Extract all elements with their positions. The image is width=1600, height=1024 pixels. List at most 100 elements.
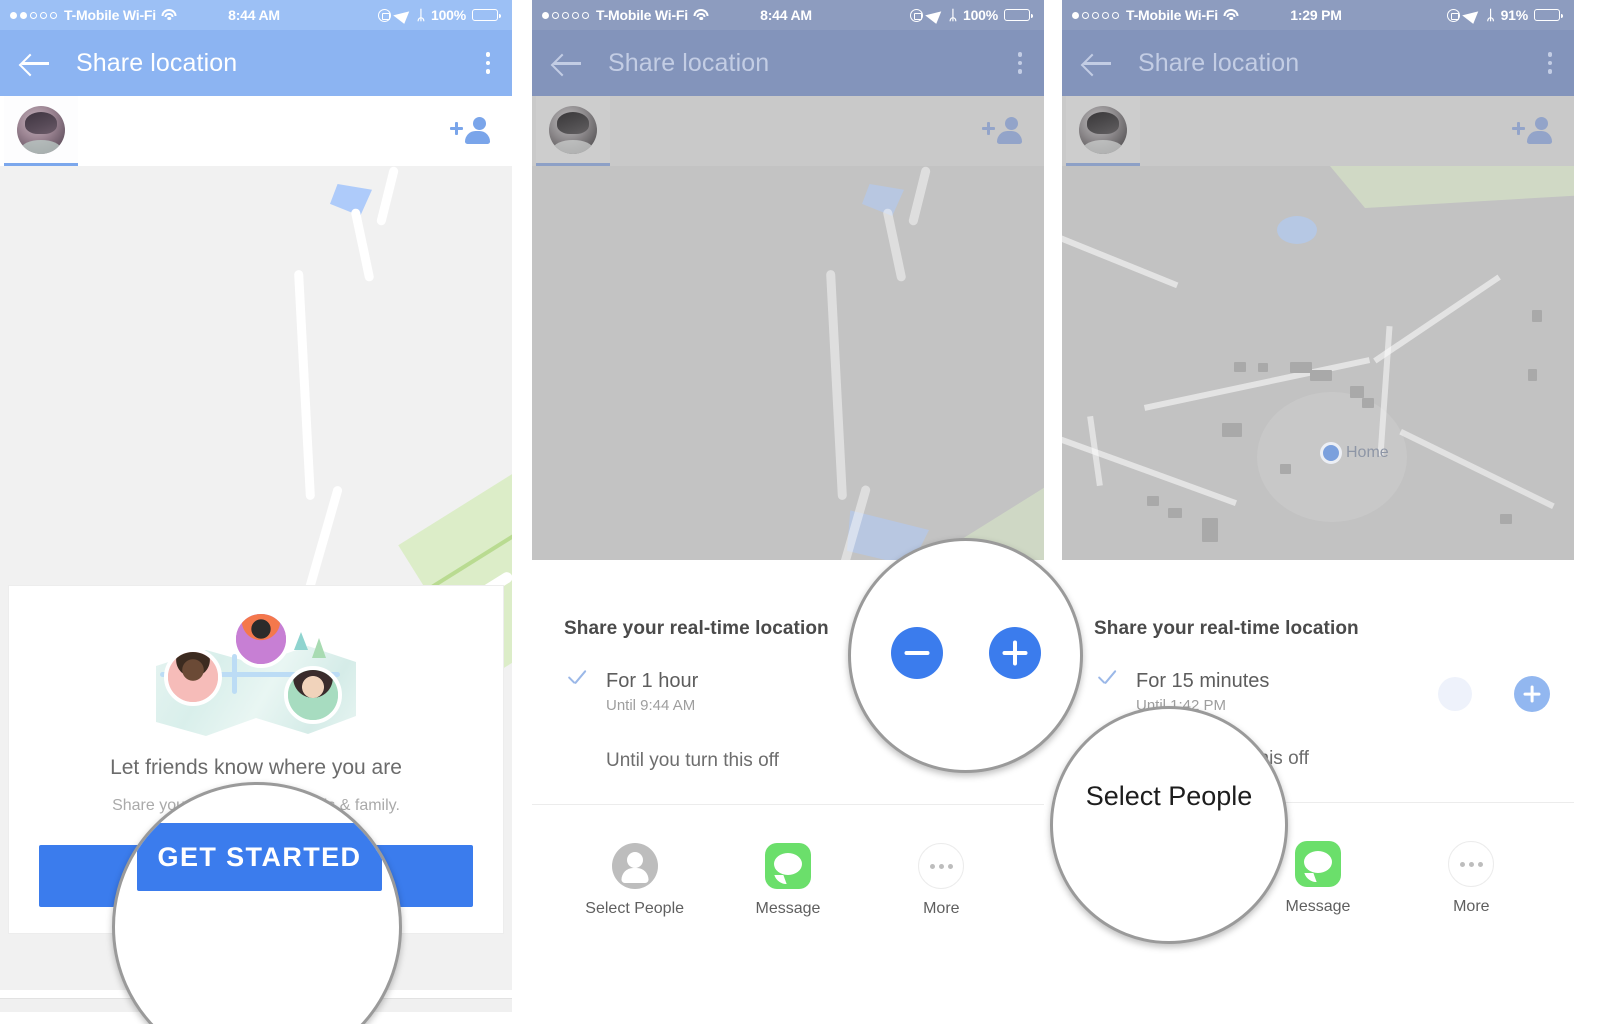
back-arrow-icon[interactable] xyxy=(22,52,52,74)
magnifier-content xyxy=(851,627,1080,679)
map-road xyxy=(350,207,375,283)
plus-circle-button[interactable] xyxy=(1514,676,1550,712)
magnifier-get-started: GET STARTED xyxy=(112,782,402,1024)
plus-circle-button-zoomed[interactable] xyxy=(988,627,1041,679)
map-road xyxy=(1373,274,1501,364)
message-icon xyxy=(1294,841,1341,887)
friends-strip xyxy=(0,96,512,166)
rotation-lock-icon xyxy=(909,8,923,22)
sheet-title: Share your real-time location xyxy=(1094,618,1359,639)
status-left: T-Mobile Wi-Fi xyxy=(1072,7,1290,23)
friend-pin xyxy=(284,666,342,725)
avatar-tab[interactable] xyxy=(536,96,610,166)
app-bar: Share location xyxy=(532,30,1044,96)
carrier-label: T-Mobile Wi-Fi xyxy=(596,7,688,23)
status-center: 1:29 PM xyxy=(1290,7,1342,23)
friends-strip xyxy=(1062,96,1574,166)
magnifier-select-people: Select People xyxy=(1050,706,1288,944)
battery-icon xyxy=(472,9,502,21)
magnifier-content: Select People xyxy=(1053,763,1285,812)
more-icon xyxy=(918,843,965,889)
check-icon xyxy=(564,670,590,696)
magnifier-content: GET STARTED xyxy=(115,785,399,1024)
get-started-button-zoomed[interactable]: GET STARTED xyxy=(137,823,382,891)
status-bar: T-Mobile Wi-Fi 1:29 PM ᛦ 91% xyxy=(1062,0,1574,30)
sheet-header: Share your real-time location xyxy=(1062,588,1574,640)
action-label: Select People xyxy=(585,900,685,917)
map-road xyxy=(301,485,344,601)
map-road xyxy=(882,207,907,283)
friends-strip xyxy=(532,96,1044,166)
action-label: Message xyxy=(1285,898,1351,915)
add-person-icon[interactable] xyxy=(448,116,490,146)
location-arrow-icon xyxy=(1462,6,1485,24)
carrier-label: T-Mobile Wi-Fi xyxy=(64,7,156,23)
select-people-label-zoomed: Select People xyxy=(1085,781,1253,811)
avatar-tab[interactable] xyxy=(4,96,78,166)
magnifier-duration-stepper xyxy=(848,538,1083,773)
app-bar: Share location xyxy=(1062,30,1574,96)
share-actions: Select People Message More xyxy=(532,805,1044,918)
add-person-icon[interactable] xyxy=(1510,116,1552,146)
page-title: Share location xyxy=(608,48,770,77)
wifi-icon xyxy=(1223,9,1239,21)
duration-label: For 15 minutes xyxy=(1136,670,1270,692)
wifi-icon xyxy=(693,9,709,21)
minus-circle-button-ghost[interactable] xyxy=(1438,677,1472,711)
status-right: ᛦ 100% xyxy=(280,6,502,24)
back-arrow-icon[interactable] xyxy=(554,52,584,74)
avatar xyxy=(17,105,65,154)
avatar-tab[interactable] xyxy=(1066,96,1140,166)
status-left: T-Mobile Wi-Fi xyxy=(542,7,760,23)
status-bar: T-Mobile Wi-Fi 8:44 AM ᛦ 100% xyxy=(0,0,512,30)
duration-stepper[interactable] xyxy=(1438,676,1550,712)
signal-strength-dots xyxy=(542,11,589,19)
status-right: ᛦ 100% xyxy=(812,6,1034,24)
map-road xyxy=(907,166,932,227)
friend-pin xyxy=(232,610,290,669)
battery-icon xyxy=(1004,9,1034,21)
rotation-lock-icon xyxy=(1447,8,1461,22)
bluetooth-icon: ᛦ xyxy=(416,7,425,23)
kebab-menu-icon[interactable] xyxy=(1547,52,1552,74)
home-marker-label: Home xyxy=(1346,444,1389,461)
map-canvas[interactable] xyxy=(532,166,1044,560)
page-title: Share location xyxy=(1138,48,1300,77)
action-select-people[interactable]: Select People xyxy=(558,843,711,918)
action-more[interactable]: More xyxy=(1395,841,1548,916)
action-label: More xyxy=(923,900,960,917)
add-person-icon[interactable] xyxy=(980,116,1022,146)
map-road xyxy=(375,166,400,227)
status-bar: T-Mobile Wi-Fi 8:44 AM ᛦ 100% xyxy=(532,0,1044,30)
kebab-menu-icon[interactable] xyxy=(1017,52,1022,74)
action-message[interactable]: Message xyxy=(711,843,864,918)
avatar xyxy=(1079,105,1127,154)
battery-percent-label: 91% xyxy=(1500,7,1529,23)
minus-circle-button-zoomed[interactable] xyxy=(890,627,943,679)
more-icon xyxy=(1448,841,1495,887)
screenshot-stage: T-Mobile Wi-Fi 8:44 AM ᛦ 100% Share loca… xyxy=(0,0,1600,1024)
bluetooth-icon: ᛦ xyxy=(1486,7,1495,23)
action-more[interactable]: More xyxy=(865,843,1018,918)
map-road xyxy=(293,269,316,501)
battery-icon xyxy=(1534,9,1564,21)
person-icon xyxy=(611,843,658,889)
status-clock: 8:44 AM xyxy=(228,7,280,23)
status-left: T-Mobile Wi-Fi xyxy=(10,7,228,23)
friend-pin xyxy=(164,648,222,707)
map-road xyxy=(825,269,848,501)
status-clock: 1:29 PM xyxy=(1290,7,1342,23)
onboarding-headline: Let friends know where you are xyxy=(110,756,402,780)
duration-until: Until 9:44 AM xyxy=(606,697,696,714)
map-canvas[interactable]: Home xyxy=(1062,166,1574,560)
duration-row[interactable]: For 15 minutes Until 1:42 PM xyxy=(1062,640,1574,714)
map-with-friend-pins-illustration xyxy=(136,610,376,750)
avatar xyxy=(549,105,597,154)
message-icon xyxy=(764,843,811,889)
home-marker[interactable]: Home xyxy=(1320,442,1389,464)
back-arrow-icon[interactable] xyxy=(1084,52,1114,74)
map-road xyxy=(1062,431,1237,507)
kebab-menu-icon[interactable] xyxy=(485,52,490,74)
carrier-label: T-Mobile Wi-Fi xyxy=(1126,7,1218,23)
wifi-icon xyxy=(161,9,177,21)
